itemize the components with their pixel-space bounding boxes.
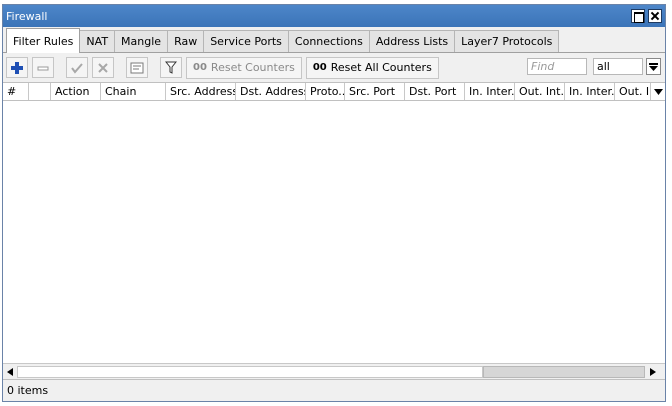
column-header[interactable]: Src. Address [166, 83, 236, 100]
column-header[interactable]: Dst. Port [405, 83, 465, 100]
tab-service-ports[interactable]: Service Ports [203, 30, 289, 52]
remove-button[interactable] [32, 57, 54, 78]
find-input[interactable]: Find [527, 58, 587, 75]
counter-icon: 00 [193, 62, 207, 73]
add-button[interactable] [6, 57, 28, 78]
item-count: 0 items [7, 384, 49, 397]
column-header[interactable] [29, 83, 51, 100]
column-header[interactable]: Dst. Address [236, 83, 306, 100]
column-header[interactable]: Proto... [306, 83, 345, 100]
tab-mangle[interactable]: Mangle [114, 30, 169, 52]
chevron-down-icon [649, 62, 658, 71]
filter-button[interactable] [160, 57, 182, 78]
close-icon[interactable] [648, 9, 662, 23]
reset-counters-button[interactable]: 00 Reset Counters [186, 56, 302, 79]
toolbar: 00 Reset Counters 00 Reset All Counters … [3, 53, 665, 82]
scroll-thumb[interactable] [483, 366, 645, 378]
scroll-left-icon[interactable] [4, 366, 16, 378]
column-menu-icon[interactable] [651, 83, 665, 100]
column-header[interactable]: Src. Port [345, 83, 405, 100]
table-header: # Action Chain Src. Address Dst. Address Prot… [3, 83, 665, 101]
column-header[interactable]: Chain [101, 83, 166, 100]
status-bar: 0 items [3, 379, 665, 401]
rules-table[interactable]: # Action Chain Src. Address Dst. Address Prot… [3, 82, 665, 363]
column-header[interactable]: Out. Int... [515, 83, 565, 100]
horizontal-scrollbar[interactable] [3, 363, 665, 379]
scroll-right-icon[interactable] [647, 366, 659, 378]
counter-icon: 00 [312, 62, 327, 73]
tab-filter-rules[interactable]: Filter Rules [6, 28, 81, 53]
plus-icon [11, 61, 23, 74]
tab-address-lists[interactable]: Address Lists [368, 30, 456, 52]
tab-bar: Filter Rules NAT Mangle Raw Service Port… [3, 27, 665, 53]
funnel-icon [165, 61, 177, 74]
minus-icon [37, 66, 49, 70]
filter-select[interactable]: all [593, 58, 643, 75]
enable-button[interactable] [66, 57, 88, 78]
firewall-window: Firewall Filter Rules NAT Mangle Raw Ser… [2, 4, 666, 402]
column-header[interactable]: Action [51, 83, 101, 100]
maximize-icon[interactable] [631, 9, 645, 23]
title-bar[interactable]: Firewall [3, 5, 665, 27]
tab-connections[interactable]: Connections [287, 30, 370, 52]
x-icon [98, 62, 108, 73]
check-icon [71, 62, 83, 74]
comment-icon [130, 62, 144, 73]
comment-button[interactable] [126, 57, 148, 78]
column-header[interactable]: Out. Ir [615, 83, 651, 100]
tab-layer7-protocols[interactable]: Layer7 Protocols [454, 30, 560, 52]
column-header[interactable]: In. Inter... [465, 83, 515, 100]
tab-raw[interactable]: Raw [167, 30, 205, 52]
filter-dropdown-button[interactable] [646, 58, 661, 75]
reset-all-counters-button[interactable]: 00 Reset All Counters [305, 56, 439, 79]
tab-nat[interactable]: NAT [79, 30, 116, 52]
scroll-track[interactable] [17, 366, 483, 378]
disable-button[interactable] [92, 57, 114, 78]
column-header[interactable]: # [3, 83, 29, 100]
column-header[interactable]: In. Inter... [565, 83, 615, 100]
window-title: Firewall [6, 9, 48, 23]
